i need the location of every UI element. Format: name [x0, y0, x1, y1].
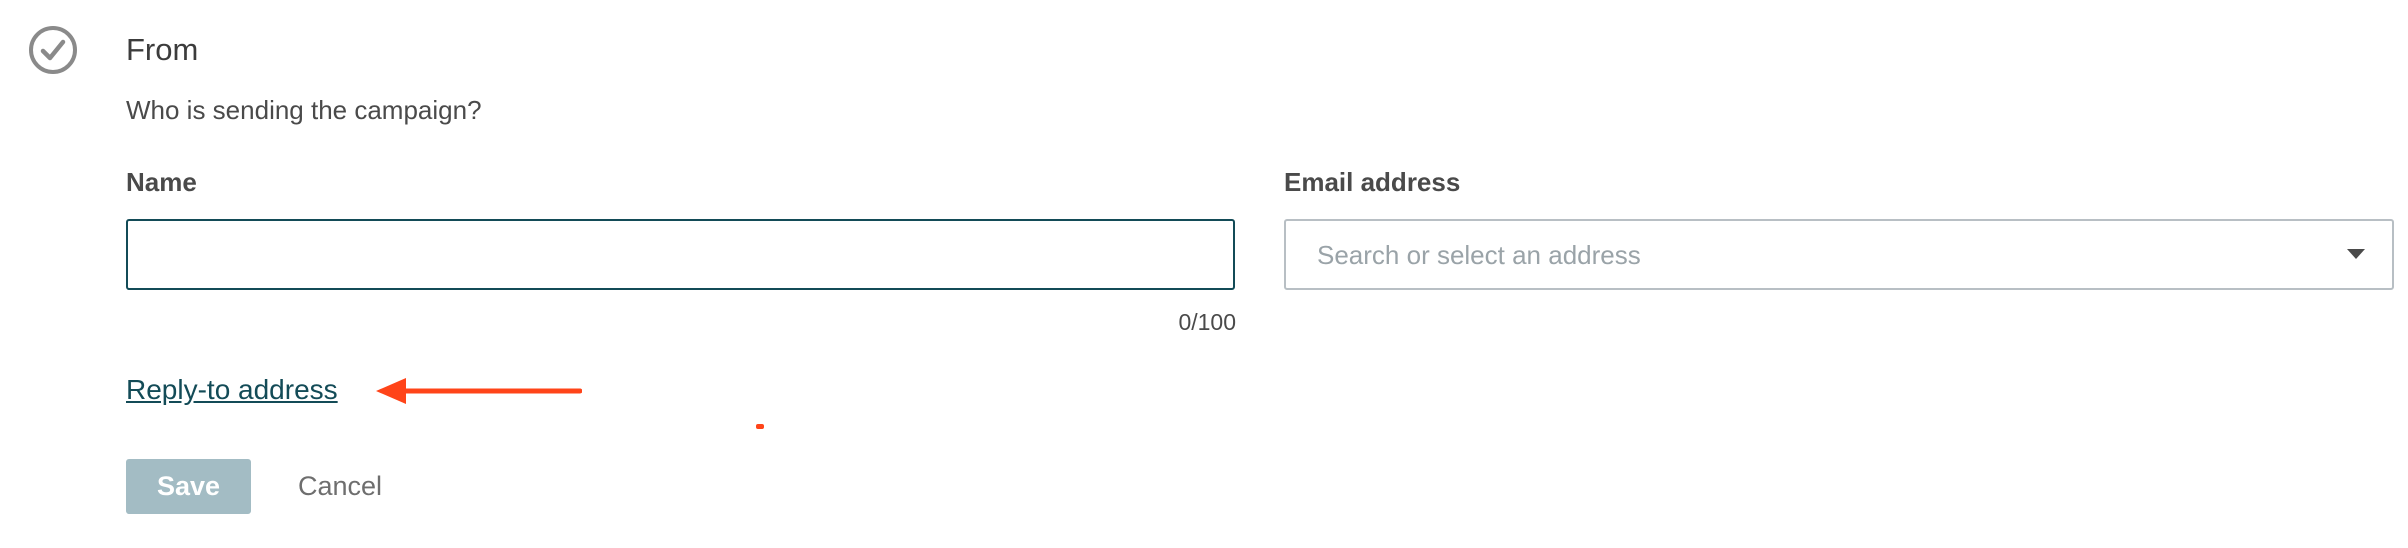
- cancel-button[interactable]: Cancel: [286, 459, 394, 514]
- name-input[interactable]: [126, 219, 1235, 290]
- section-description: Who is sending the campaign?: [126, 95, 482, 125]
- save-button[interactable]: Save: [126, 459, 251, 514]
- annotation-arrow-icon: [376, 378, 582, 404]
- name-label: Name: [126, 167, 197, 197]
- check-circle-icon: [29, 26, 77, 74]
- email-placeholder: Search or select an address: [1317, 240, 1641, 270]
- reply-to-address-link[interactable]: Reply-to address: [126, 371, 338, 409]
- section-title: From: [126, 32, 199, 67]
- name-char-counter: 0/100: [1178, 309, 1236, 335]
- email-address-select[interactable]: Search or select an address: [1284, 219, 2394, 290]
- annotation-mark: [756, 424, 764, 429]
- chevron-down-icon[interactable]: [2346, 247, 2366, 261]
- email-label: Email address: [1284, 167, 1461, 197]
